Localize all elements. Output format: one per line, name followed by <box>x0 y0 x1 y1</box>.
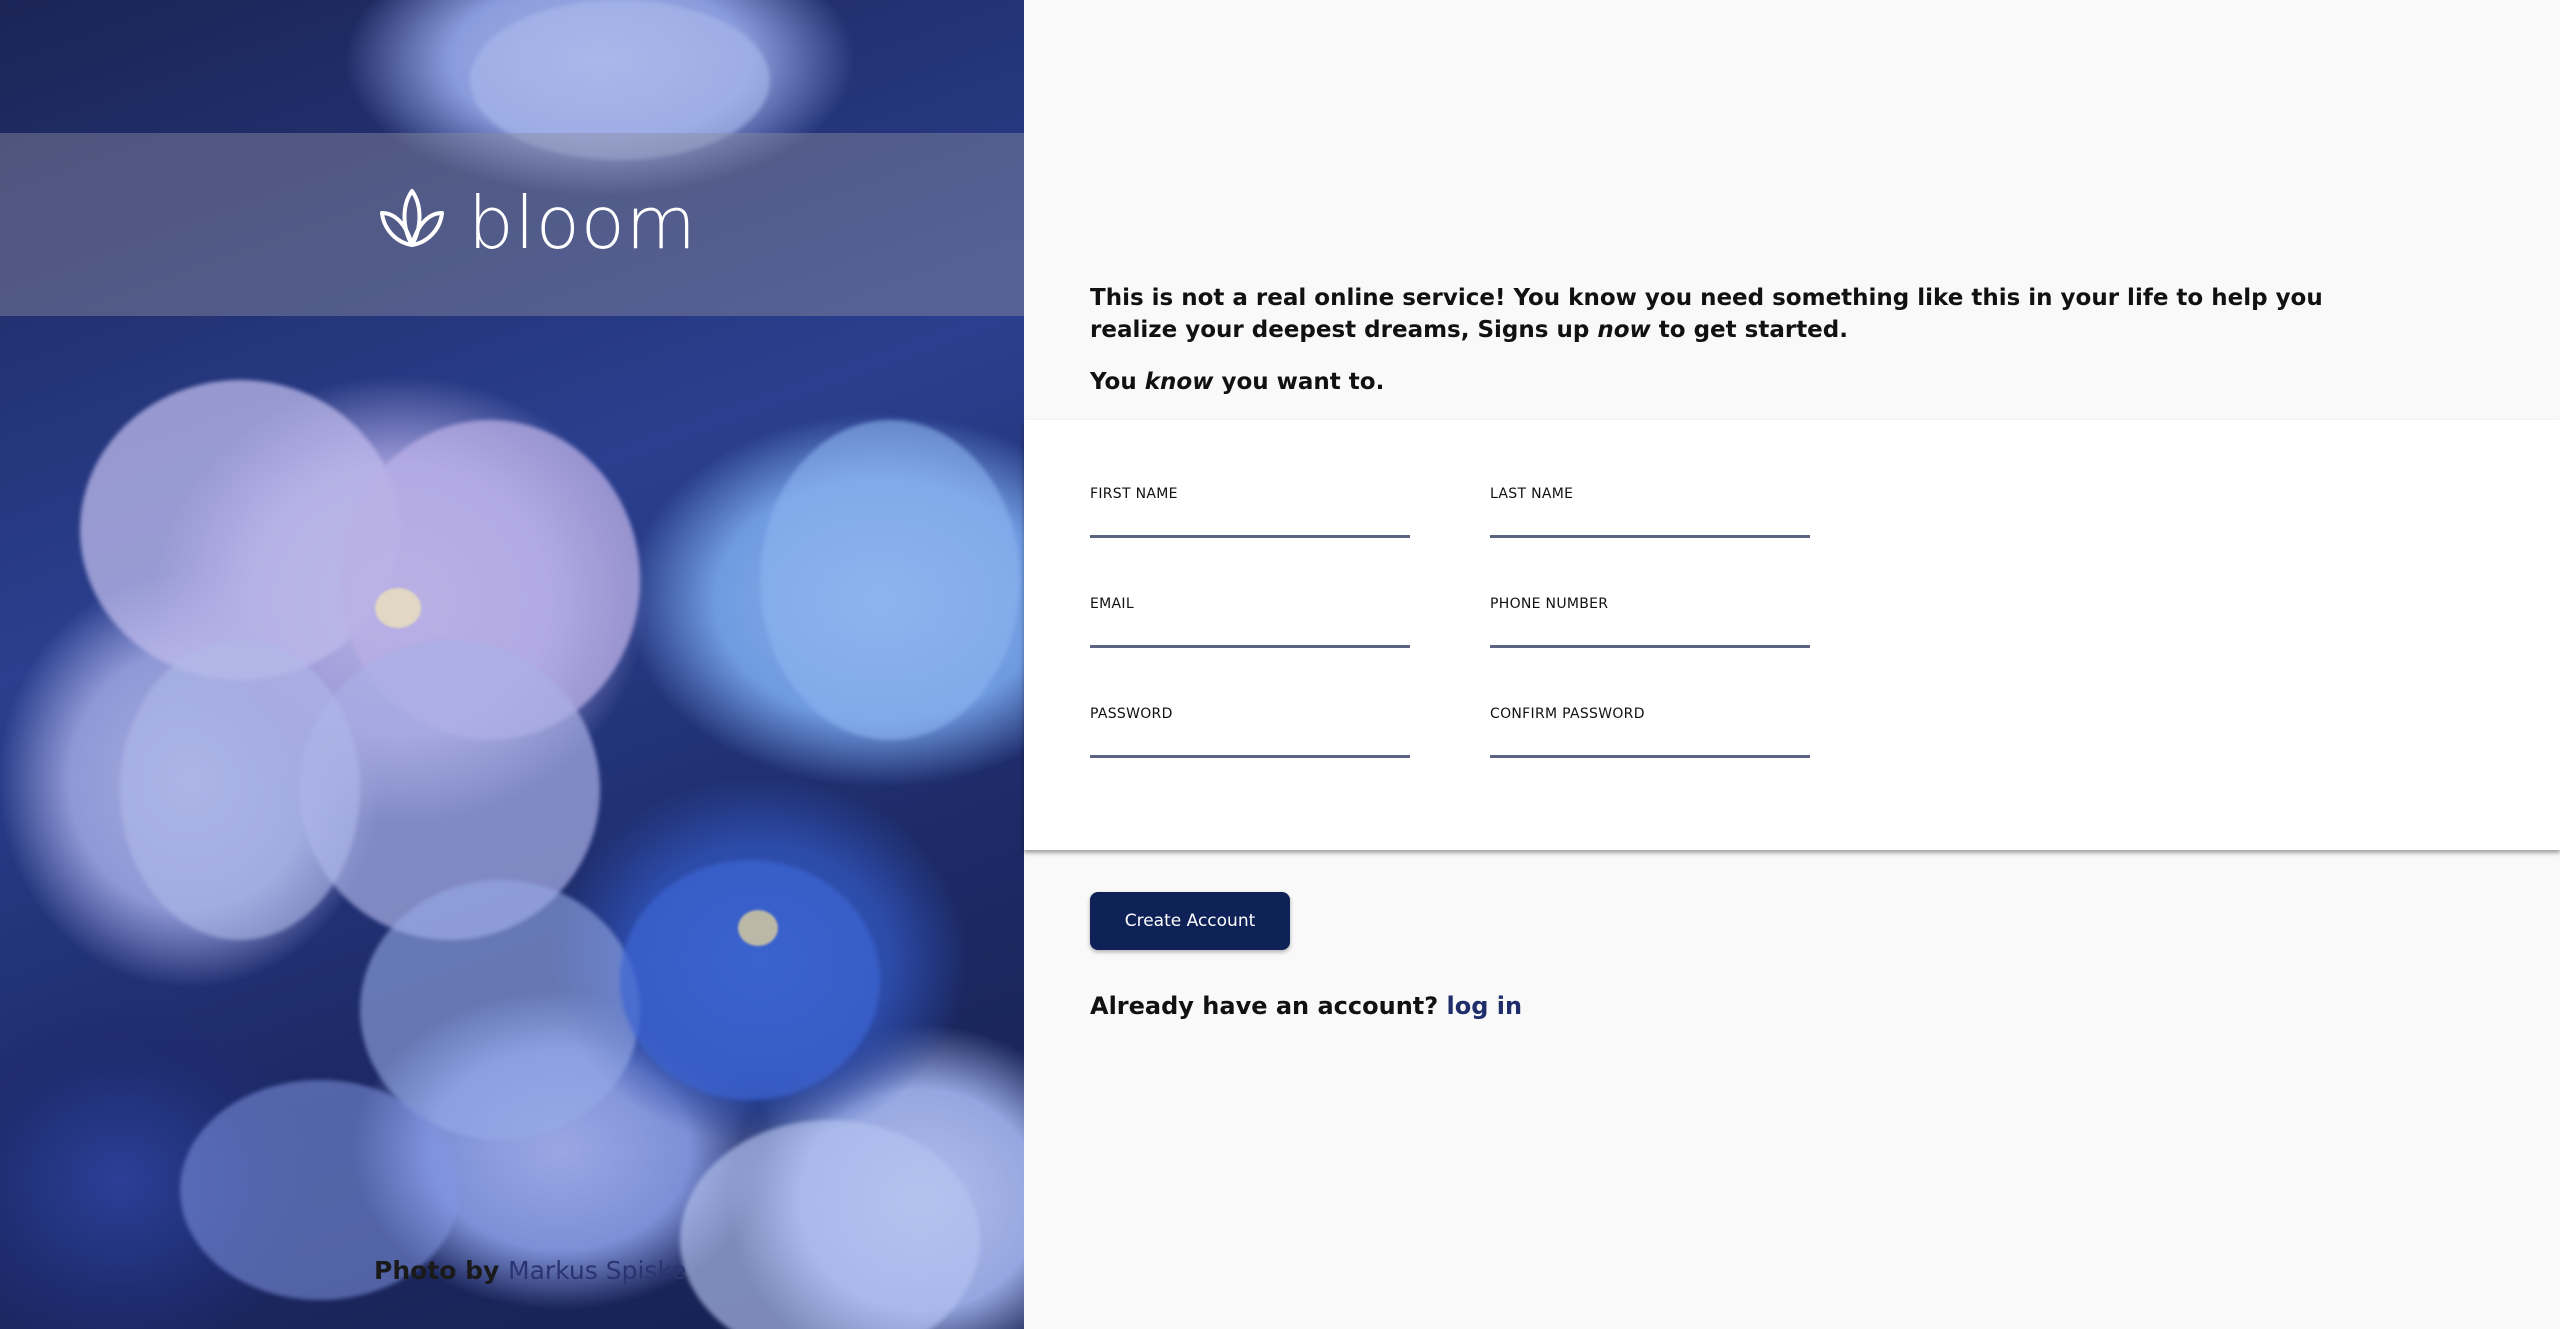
flower-petal-decoration <box>680 1120 980 1329</box>
photo-credit: Photo by Markus Spiske <box>374 1256 686 1285</box>
last-name-field: LAST NAME <box>1490 486 1810 538</box>
password-field: PASSWORD <box>1090 706 1410 758</box>
intro-text-part: you want to. <box>1213 369 1385 395</box>
login-prompt: Already have an account? log in <box>1090 992 1522 1020</box>
create-account-button[interactable]: Create Account <box>1090 892 1290 950</box>
login-prompt-text: Already have an account? <box>1090 992 1439 1020</box>
signup-page: bloom Photo by Markus Spiske This is not… <box>0 0 2560 1329</box>
phone-number-field: PHONE NUMBER <box>1490 596 1810 648</box>
first-name-field: FIRST NAME <box>1090 486 1410 538</box>
photo-credit-author-link[interactable]: Markus Spiske <box>508 1256 686 1285</box>
brand-logo: bloom <box>376 183 697 263</box>
phone-number-label: PHONE NUMBER <box>1490 596 1609 612</box>
intro-text: This is not a real online service! You k… <box>1090 282 2370 398</box>
email-field: EMAIL <box>1090 596 1410 648</box>
confirm-password-field: CONFIRM PASSWORD <box>1490 706 1810 758</box>
password-input[interactable] <box>1090 722 1410 758</box>
email-input[interactable] <box>1090 612 1410 648</box>
flower-center-decoration <box>375 588 421 628</box>
last-name-input[interactable] <box>1490 502 1810 538</box>
brand-name: bloom <box>468 181 697 265</box>
signup-form: FIRST NAME LAST NAME EMAIL PHONE NUMBER … <box>1024 420 2560 850</box>
intro-paragraph-1: This is not a real online service! You k… <box>1090 282 2370 346</box>
intro-emphasis: now <box>1597 317 1651 343</box>
password-label: PASSWORD <box>1090 706 1173 722</box>
confirm-password-label: CONFIRM PASSWORD <box>1490 706 1645 722</box>
intro-text-part: You <box>1090 369 1145 395</box>
first-name-label: FIRST NAME <box>1090 486 1178 502</box>
flower-petal-decoration <box>760 420 1020 740</box>
flower-petal-decoration <box>120 640 360 940</box>
flower-center-decoration <box>738 910 778 946</box>
last-name-label: LAST NAME <box>1490 486 1574 502</box>
email-label: EMAIL <box>1090 596 1134 612</box>
hero-flower-image: bloom Photo by Markus Spiske <box>0 0 1024 1329</box>
confirm-password-input[interactable] <box>1490 722 1810 758</box>
flower-petal-decoration <box>620 860 880 1100</box>
intro-emphasis: know <box>1144 369 1214 395</box>
phone-number-input[interactable] <box>1490 612 1810 648</box>
first-name-input[interactable] <box>1090 502 1410 538</box>
intro-text-part: to get started. <box>1650 317 1848 343</box>
intro-paragraph-2: You know you want to. <box>1090 366 2370 398</box>
photo-credit-prefix: Photo by <box>374 1256 500 1285</box>
login-link[interactable]: log in <box>1447 992 1523 1020</box>
lotus-icon <box>380 189 444 247</box>
